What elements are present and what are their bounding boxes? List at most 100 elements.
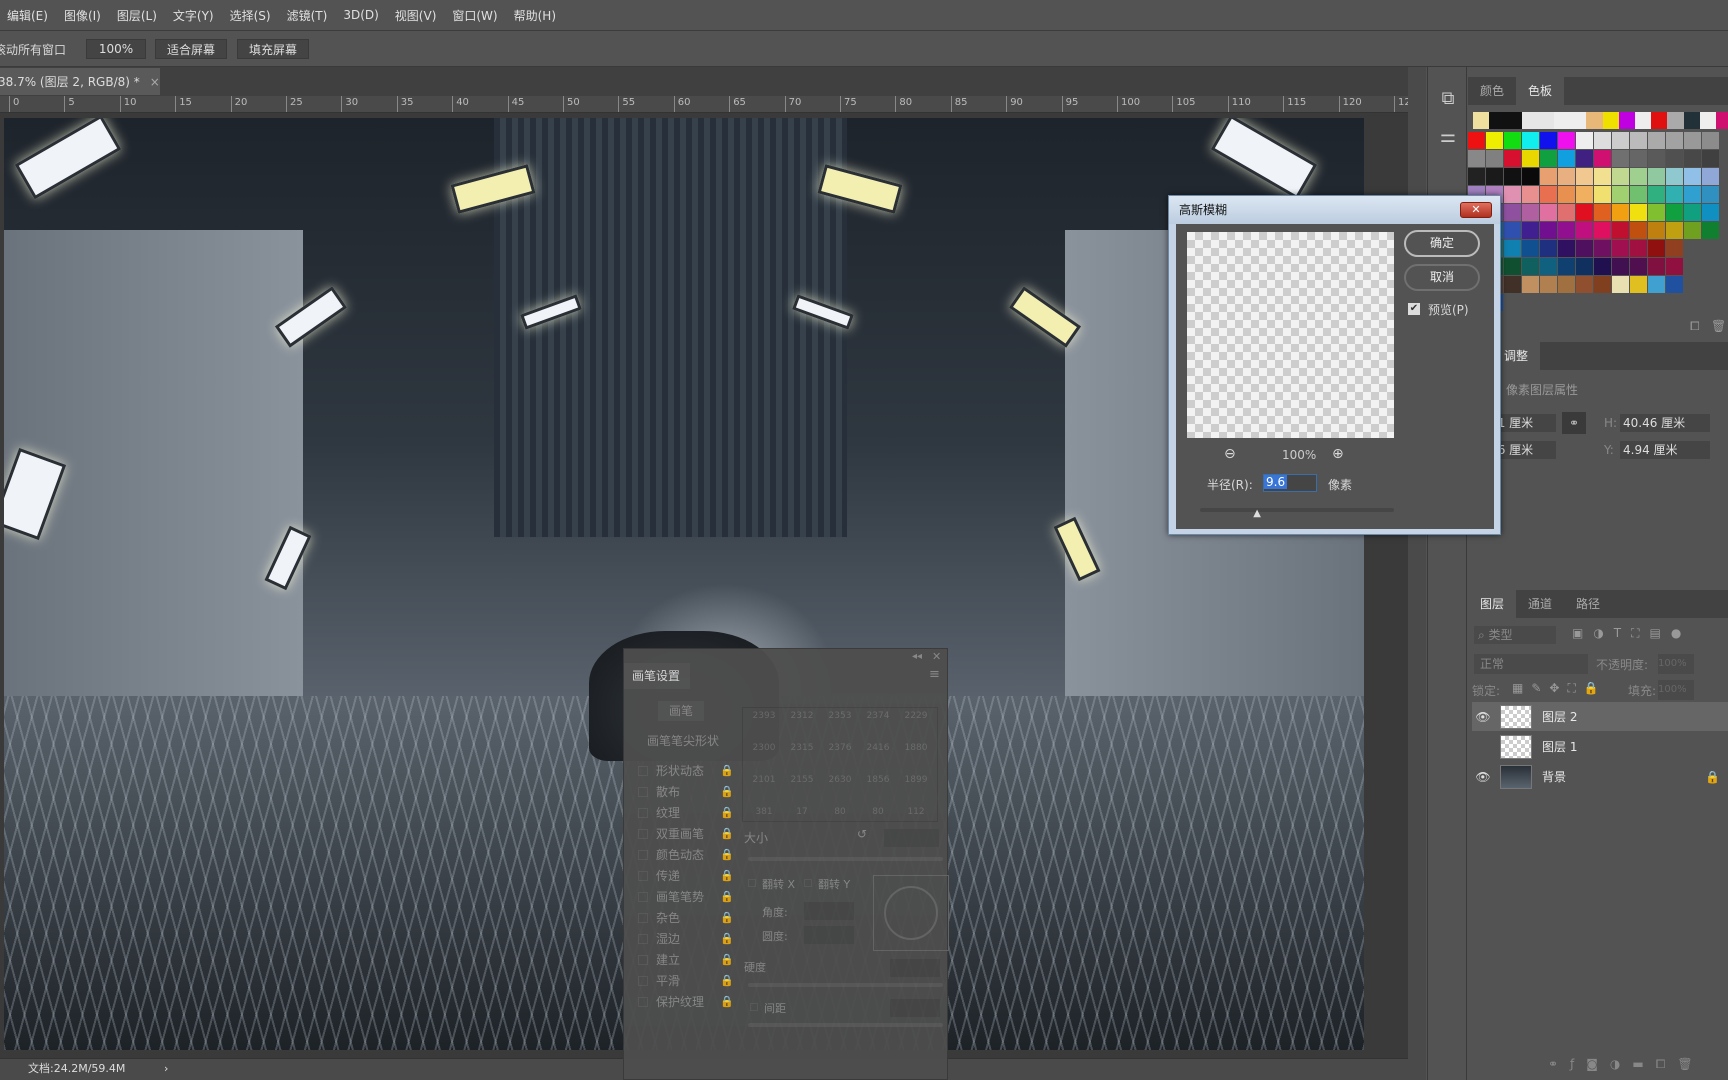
color-swatch[interactable]: [1612, 204, 1629, 221]
color-swatch[interactable]: [1648, 258, 1665, 275]
brush-preset[interactable]: 2315: [784, 743, 820, 753]
zoom-in-icon[interactable]: ⊕: [1332, 446, 1344, 462]
color-swatch[interactable]: [1594, 186, 1611, 203]
color-swatch[interactable]: [1576, 258, 1593, 275]
color-swatch[interactable]: [1522, 276, 1539, 293]
close-icon[interactable]: ×: [150, 75, 160, 89]
color-swatch[interactable]: [1558, 186, 1575, 203]
close-button[interactable]: ✕: [1460, 202, 1492, 218]
height-field[interactable]: 40.46 厘米: [1620, 414, 1710, 432]
menu-item[interactable]: 图像(I): [53, 7, 110, 24]
scroll-all-windows-checkbox-label[interactable]: 滚动所有窗口: [0, 41, 66, 58]
roundness-field[interactable]: [804, 926, 854, 944]
color-swatch[interactable]: [1612, 276, 1629, 293]
brush-preset[interactable]: 2416: [860, 743, 896, 753]
brush-preset[interactable]: 2155: [784, 775, 820, 785]
menu-item[interactable]: 3D(D): [332, 8, 387, 22]
color-swatch[interactable]: [1486, 168, 1503, 185]
brush-option-item[interactable]: 形状动态 🔒: [638, 761, 734, 780]
color-swatch[interactable]: [1702, 132, 1719, 149]
color-swatch[interactable]: [1666, 204, 1683, 221]
color-swatch[interactable]: [1489, 112, 1507, 129]
color-swatch[interactable]: [1522, 258, 1539, 275]
collapse-icon[interactable]: ◂◂: [912, 651, 922, 662]
menu-item[interactable]: 编辑(E): [0, 7, 57, 24]
color-swatch[interactable]: [1684, 168, 1701, 185]
lock-icon[interactable]: 🔒: [720, 764, 734, 777]
menu-item[interactable]: 图层(L): [106, 7, 166, 24]
angle-field[interactable]: [804, 902, 854, 920]
color-swatch[interactable]: [1702, 186, 1719, 203]
color-swatch[interactable]: [1594, 150, 1611, 167]
color-swatch[interactable]: [1666, 150, 1683, 167]
hardness-slider[interactable]: [748, 983, 943, 987]
color-swatch[interactable]: [1667, 112, 1685, 129]
color-swatch[interactable]: [1618, 112, 1636, 129]
blur-preview[interactable]: [1187, 232, 1394, 438]
color-swatch[interactable]: [1558, 204, 1575, 221]
layer-row[interactable]: 👁 图层 2: [1472, 702, 1728, 731]
brushes-button[interactable]: 画笔: [658, 701, 704, 721]
eye-icon[interactable]: 👁: [1472, 770, 1494, 784]
color-swatch[interactable]: [1558, 258, 1575, 275]
brush-option-item[interactable]: 颜色动态 🔒: [638, 845, 734, 864]
color-swatch[interactable]: [1558, 132, 1575, 149]
color-swatch[interactable]: [1540, 240, 1557, 257]
layer-row[interactable]: 👁 背景 🔒: [1472, 762, 1728, 791]
color-swatch[interactable]: [1666, 132, 1683, 149]
flip-x-checkbox[interactable]: [748, 879, 756, 887]
color-swatch[interactable]: [1630, 204, 1647, 221]
flip-y-checkbox[interactable]: [804, 879, 812, 887]
new-swatch-icon[interactable]: ⧠: [1690, 319, 1700, 334]
tab-brush-settings[interactable]: 画笔设置: [624, 663, 690, 689]
color-swatch[interactable]: [1504, 168, 1521, 185]
color-swatch[interactable]: [1716, 112, 1728, 129]
lock-icon[interactable]: 🔒: [720, 827, 734, 840]
menu-item[interactable]: 文字(Y): [162, 7, 223, 24]
layers-footer-icons[interactable]: ⚭ƒ◙◑▬⧠🗑: [1548, 1057, 1705, 1072]
color-swatch[interactable]: [1635, 112, 1652, 129]
color-swatch[interactable]: [1486, 132, 1503, 149]
color-swatch[interactable]: [1702, 222, 1719, 239]
document-tab[interactable]: 38.7% (图层 2, RGB/8) * ×: [0, 68, 160, 95]
color-swatch[interactable]: [1594, 222, 1611, 239]
brush-preset[interactable]: 2630: [822, 775, 858, 785]
fill-field[interactable]: 100%: [1658, 680, 1694, 700]
color-swatch[interactable]: [1612, 186, 1629, 203]
color-swatch[interactable]: [1540, 258, 1557, 275]
layer-filter-icons[interactable]: ▣◑T⛶▤●: [1572, 626, 1691, 641]
color-swatch[interactable]: [1558, 222, 1575, 239]
color-swatch[interactable]: [1504, 222, 1521, 239]
color-swatch[interactable]: [1537, 112, 1555, 129]
tab-color[interactable]: 颜色: [1468, 77, 1516, 105]
color-swatch[interactable]: [1702, 204, 1719, 221]
color-swatch[interactable]: [1630, 276, 1647, 293]
menu-item[interactable]: 选择(S): [219, 7, 280, 24]
color-swatch[interactable]: [1522, 168, 1539, 185]
color-swatch[interactable]: [1612, 150, 1629, 167]
color-swatch[interactable]: [1630, 186, 1647, 203]
color-swatch[interactable]: [1594, 258, 1611, 275]
lock-icon[interactable]: 🔒: [720, 785, 734, 798]
blend-mode-select[interactable]: 正常: [1474, 654, 1588, 674]
cancel-button[interactable]: 取消: [1404, 264, 1480, 291]
brush-angle-preview[interactable]: [873, 875, 949, 951]
brush-option-item[interactable]: 画笔笔势 🔒: [638, 887, 734, 906]
hardness-field[interactable]: [890, 959, 940, 977]
trash-icon[interactable]: 🗑: [1711, 319, 1726, 333]
color-swatch[interactable]: [1468, 168, 1485, 185]
color-swatch[interactable]: [1666, 240, 1683, 257]
color-swatch[interactable]: [1540, 204, 1557, 221]
brush-preset[interactable]: 2376: [822, 743, 858, 753]
color-swatch[interactable]: [1554, 112, 1571, 129]
color-swatch[interactable]: [1702, 168, 1719, 185]
color-swatch[interactable]: [1612, 222, 1629, 239]
color-swatch[interactable]: [1612, 258, 1629, 275]
color-swatch[interactable]: [1594, 204, 1611, 221]
brush-preset[interactable]: 80: [822, 807, 858, 817]
lock-icon[interactable]: 🔒: [720, 911, 734, 924]
color-swatch[interactable]: [1702, 150, 1719, 167]
brush-option-item[interactable]: 平滑 🔒: [638, 971, 734, 990]
color-swatch[interactable]: [1666, 222, 1683, 239]
brush-preset[interactable]: 17: [784, 807, 820, 817]
